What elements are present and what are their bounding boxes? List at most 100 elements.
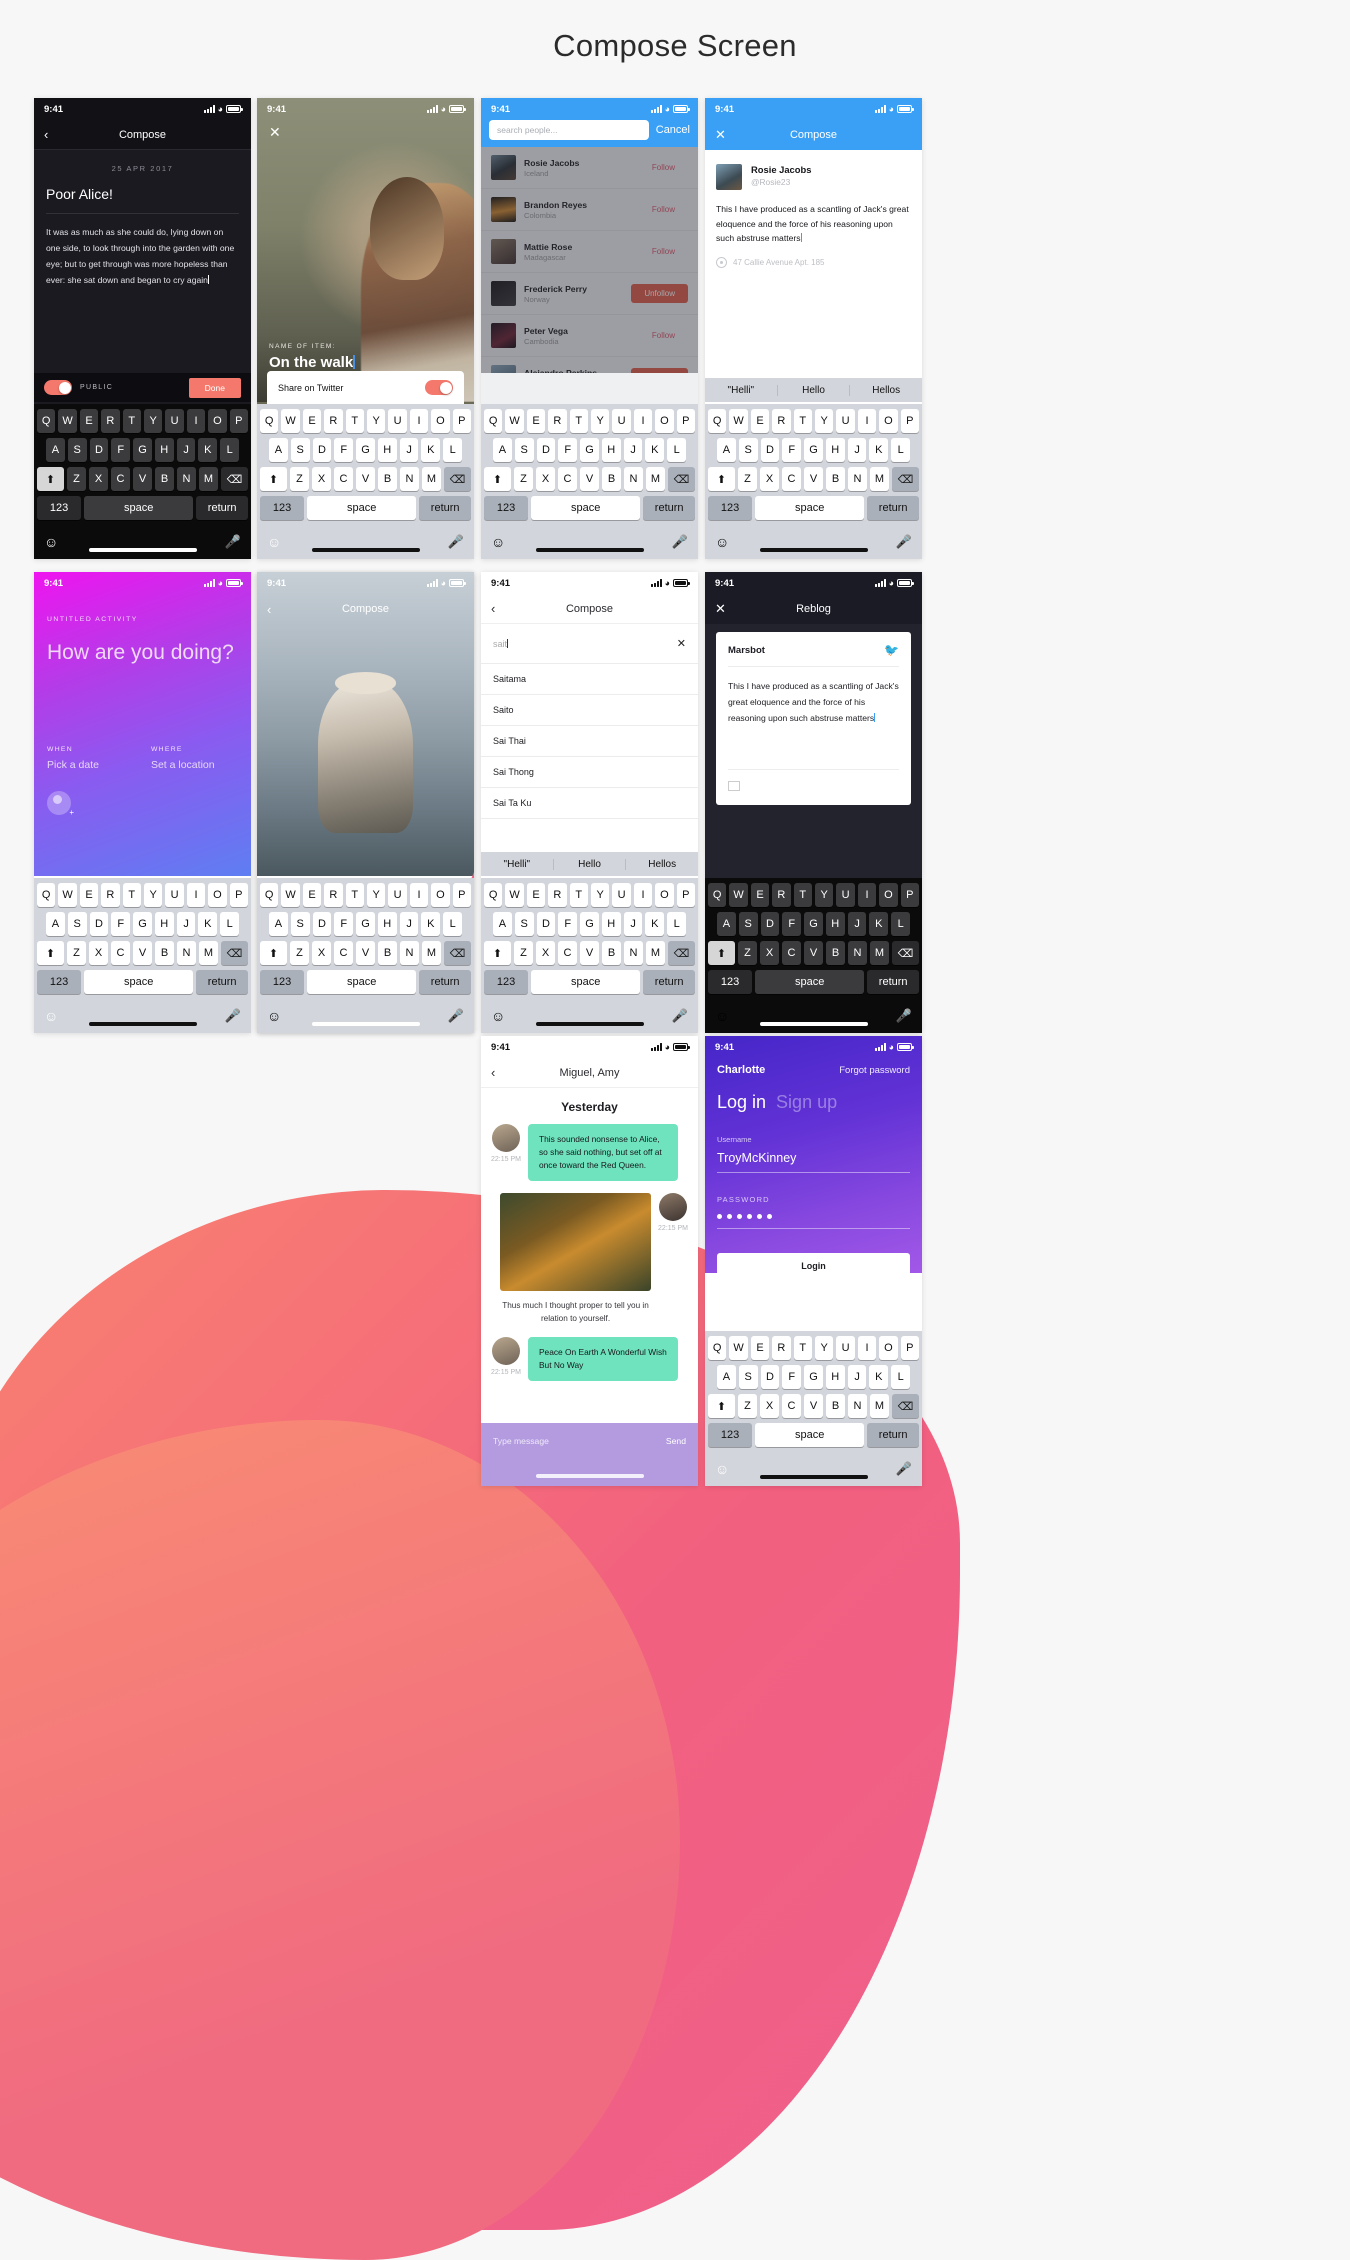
where-block[interactable]: WHERE Set a location (151, 746, 215, 771)
key[interactable]: Z (290, 467, 309, 491)
key[interactable]: H (825, 438, 845, 462)
home-indicator[interactable] (535, 1474, 644, 1478)
username-field[interactable]: Username TroyMcKinney (705, 1135, 922, 1173)
key[interactable]: O (208, 409, 227, 433)
key[interactable]: Q (707, 409, 727, 433)
list-item[interactable]: Frederick Perry Norway Unfollow (481, 273, 698, 315)
key[interactable]: X (760, 941, 779, 965)
key[interactable]: S (514, 912, 534, 936)
follow-button[interactable]: Follow (639, 242, 688, 261)
key[interactable]: E (302, 409, 322, 433)
key[interactable]: L (891, 912, 911, 936)
autocomplete-option[interactable]: Saitama (481, 664, 698, 695)
share-twitter-toggle[interactable] (425, 922, 453, 937)
key[interactable]: N (177, 941, 196, 965)
key[interactable]: E (526, 409, 546, 433)
message-bubble[interactable]: Peace On Earth A Wonderful Wish But No W… (527, 1337, 678, 1382)
space-key[interactable]: space (307, 496, 417, 520)
key[interactable]: R (548, 883, 567, 907)
key[interactable]: R (772, 409, 791, 433)
space-key[interactable]: space (84, 496, 194, 520)
key[interactable]: Z (738, 941, 757, 965)
home-indicator[interactable] (311, 548, 420, 552)
key[interactable]: I (409, 409, 429, 433)
backspace-key[interactable]: ⌫ (892, 467, 919, 491)
key[interactable]: L (891, 438, 911, 462)
key[interactable]: U (165, 409, 184, 433)
key[interactable]: P (900, 1336, 920, 1360)
key[interactable]: H (601, 912, 621, 936)
numbers-key[interactable]: 123 (260, 496, 305, 520)
key[interactable]: E (750, 409, 770, 433)
mic-icon[interactable]: 🎤 (448, 534, 464, 550)
key[interactable]: C (558, 467, 577, 491)
key[interactable]: Y (591, 409, 610, 433)
key[interactable]: E (750, 1336, 770, 1360)
key[interactable]: X (536, 941, 555, 965)
key[interactable]: N (400, 467, 419, 491)
tab-login[interactable]: Log in (717, 1092, 766, 1113)
message-bubble[interactable]: This sounded nonsense to Alice, so she s… (527, 1124, 678, 1182)
clear-icon[interactable]: ✕ (677, 637, 686, 650)
return-key[interactable]: return (643, 970, 695, 994)
key[interactable]: N (848, 467, 867, 491)
key[interactable]: K (198, 438, 218, 462)
numbers-key[interactable]: 123 (37, 970, 82, 994)
list-item[interactable]: Mattie Rose Madagascar Follow (481, 231, 698, 273)
key[interactable]: Y (367, 409, 386, 433)
key[interactable]: A (45, 438, 65, 462)
home-indicator[interactable] (759, 1475, 868, 1479)
backspace-key[interactable]: ⌫ (668, 941, 695, 965)
key[interactable]: L (667, 912, 687, 936)
key[interactable]: Q (707, 883, 727, 907)
key[interactable]: F (334, 438, 354, 462)
key[interactable]: R (772, 1336, 791, 1360)
key[interactable]: Y (815, 409, 834, 433)
key[interactable]: F (558, 438, 578, 462)
key[interactable]: V (804, 1394, 823, 1418)
cancel-button[interactable]: Cancel (656, 124, 690, 136)
key[interactable]: O (655, 409, 674, 433)
key[interactable]: F (111, 912, 131, 936)
key[interactable]: S (67, 438, 87, 462)
key[interactable]: O (431, 409, 450, 433)
add-person-avatar[interactable] (47, 791, 74, 817)
key[interactable]: U (836, 883, 855, 907)
key[interactable]: O (879, 1336, 898, 1360)
key[interactable]: J (847, 1365, 867, 1389)
key[interactable]: H (825, 1365, 845, 1389)
key[interactable]: K (198, 912, 218, 936)
backspace-key[interactable]: ⌫ (444, 467, 471, 491)
mic-icon[interactable]: 🎤 (672, 1008, 688, 1024)
key[interactable]: G (133, 912, 152, 936)
key[interactable]: B (602, 941, 621, 965)
numbers-key[interactable]: 123 (484, 496, 529, 520)
key[interactable]: G (580, 912, 599, 936)
key[interactable]: Y (367, 986, 386, 1010)
emoji-icon[interactable]: ☺ (491, 1008, 505, 1024)
key[interactable]: W (729, 409, 748, 433)
back-icon[interactable]: ‹ (491, 601, 495, 616)
emoji-icon[interactable]: ☺ (715, 1008, 729, 1024)
autocomplete-option[interactable]: Sai Thong (481, 757, 698, 788)
return-key[interactable]: return (867, 1423, 919, 1447)
key[interactable]: H (154, 912, 174, 936)
mic-icon[interactable]: 🎤 (225, 534, 241, 550)
key[interactable]: P (900, 409, 920, 433)
shift-key[interactable]: ⬆ (260, 467, 287, 491)
follow-button[interactable]: Follow (639, 158, 688, 177)
key[interactable]: D (536, 912, 556, 936)
close-icon[interactable]: ✕ (715, 601, 726, 617)
key[interactable]: B (826, 941, 845, 965)
mic-icon[interactable]: 🎤 (225, 1008, 241, 1024)
key[interactable]: W (58, 883, 77, 907)
key[interactable]: D (89, 912, 109, 936)
key[interactable]: Z (514, 941, 533, 965)
key[interactable]: Y (591, 883, 610, 907)
backspace-key[interactable]: ⌫ (221, 467, 248, 491)
key[interactable]: P (229, 883, 249, 907)
key[interactable]: B (602, 467, 621, 491)
key[interactable]: S (67, 912, 87, 936)
key[interactable]: M (870, 1394, 889, 1418)
shift-key[interactable]: ⬆ (484, 941, 511, 965)
